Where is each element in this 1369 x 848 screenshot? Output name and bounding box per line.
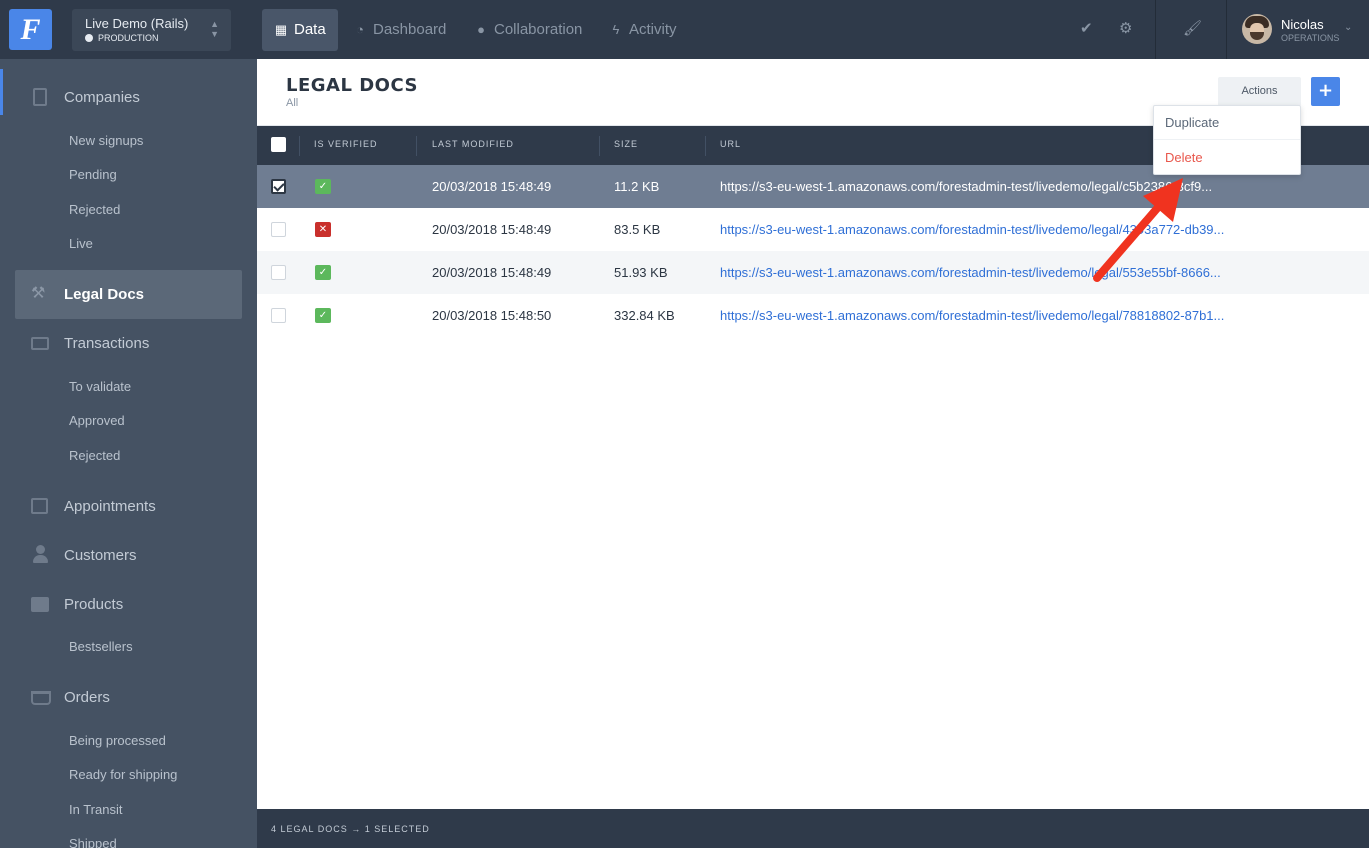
chevron-down-icon[interactable]: ⌄ — [1344, 22, 1352, 33]
calendar-icon — [31, 498, 48, 514]
bolt-icon: ϟ — [612, 22, 620, 37]
tab-activity[interactable]: ϟ Activity — [597, 9, 689, 51]
tab-data-label: Data — [294, 21, 326, 38]
select-all-checkbox[interactable] — [271, 137, 286, 152]
globe-icon — [85, 34, 93, 42]
gear-icon[interactable]: ⚙ — [1119, 18, 1132, 40]
segment-label[interactable]: All — [286, 97, 298, 109]
column-header-url[interactable]: URL — [720, 139, 741, 149]
sidebar-item-label: Appointments — [64, 498, 156, 515]
user-role: OPERATIONS — [1281, 33, 1340, 43]
verified-check-icon: ✓ — [315, 265, 331, 280]
tab-dashboard[interactable]: ◔ Dashboard — [341, 9, 458, 51]
sidebar-item-label: Transactions — [64, 335, 150, 352]
sidebar-subitem-bestsellers[interactable]: Bestsellers — [69, 639, 133, 654]
last-modified-cell: 20/03/2018 15:48:49 — [432, 222, 552, 237]
archive-icon — [31, 597, 49, 612]
sidebar-item-label: Products — [64, 596, 124, 613]
gavel-icon: ⚒ — [31, 285, 46, 302]
row-checkbox[interactable] — [271, 265, 286, 280]
sidebar-subitem-pending[interactable]: Pending — [69, 167, 117, 182]
tab-collaboration[interactable]: ● Collaboration — [462, 9, 594, 51]
sidebar-subitem-in-transit[interactable]: In Transit — [69, 802, 122, 817]
column-header-is-verified[interactable]: IS VERIFIED — [314, 139, 378, 149]
grid-icon: ▦ — [274, 22, 288, 37]
url-link[interactable]: https://s3-eu-west-1.amazonaws.com/fores… — [720, 308, 1224, 323]
row-checkbox[interactable] — [271, 222, 286, 237]
actions-dropdown: Duplicate Delete — [1153, 105, 1301, 175]
sidebar-item-transactions[interactable]: Transactions — [0, 319, 257, 368]
actions-button[interactable]: Actions — [1218, 77, 1301, 106]
sidebar-subitem-live[interactable]: Live — [69, 236, 93, 251]
sidebar-item-companies[interactable]: Companies — [0, 73, 257, 122]
sidebar-item-label: Legal Docs — [64, 286, 145, 303]
sidebar-item-label: Companies — [64, 89, 140, 106]
user-name[interactable]: Nicolas — [1281, 17, 1324, 32]
size-cell: 332.84 KB — [614, 308, 675, 323]
user-icon — [31, 545, 49, 563]
row-checkbox[interactable] — [271, 179, 286, 194]
sidebar-item-products[interactable]: Products — [0, 580, 257, 629]
brush-icon[interactable]: 🖌︎ — [1183, 18, 1202, 40]
gauge-icon: ◔ — [356, 22, 364, 37]
project-name: Live Demo (Rails) — [85, 16, 189, 31]
forest-logo[interactable]: F — [9, 9, 52, 50]
building-icon — [33, 88, 47, 106]
selection-summary: 4 LEGAL DOCS → 1 SELECTED — [271, 824, 430, 834]
sidebar-item-orders[interactable]: Orders — [0, 673, 257, 722]
size-cell: 83.5 KB — [614, 222, 661, 237]
column-header-size[interactable]: SIZE — [614, 139, 638, 149]
verified-check-icon: ✓ — [315, 308, 331, 323]
tab-collaboration-label: Collaboration — [494, 21, 583, 38]
size-cell: 11.2 KB — [614, 179, 660, 194]
check-icon[interactable]: ✔ — [1080, 18, 1093, 40]
last-modified-cell: 20/03/2018 15:48:50 — [432, 308, 552, 323]
page-title: LEGAL DOCS — [286, 75, 418, 96]
table-footer: 4 LEGAL DOCS → 1 SELECTED — [257, 809, 1369, 848]
tab-dashboard-label: Dashboard — [373, 21, 447, 38]
sidebar-subitem-approved[interactable]: Approved — [69, 413, 125, 428]
add-record-button[interactable]: + — [1311, 77, 1340, 106]
tab-data[interactable]: ▦ Data — [262, 9, 338, 51]
sidebar-item-customers[interactable]: Customers — [0, 531, 257, 580]
basket-icon — [31, 691, 51, 705]
sidebar-item-label: Customers — [64, 547, 137, 564]
sidebar-item-label: Orders — [64, 689, 110, 706]
table-row[interactable]: ✕ 20/03/2018 15:48:49 83.5 KB https://s3… — [257, 208, 1369, 251]
row-checkbox[interactable] — [271, 308, 286, 323]
sidebar-subitem-rejected[interactable]: Rejected — [69, 448, 120, 463]
sidebar-subitem-ready-for-shipping[interactable]: Ready for shipping — [69, 767, 177, 782]
chat-icon: ● — [477, 22, 485, 37]
environment-label: PRODUCTION — [85, 33, 159, 43]
duplicate-action[interactable]: Duplicate — [1154, 106, 1300, 140]
verified-check-icon: ✓ — [315, 179, 331, 194]
last-modified-cell: 20/03/2018 15:48:49 — [432, 179, 552, 194]
unverified-x-icon: ✕ — [315, 222, 331, 237]
top-bar: F Live Demo (Rails) PRODUCTION ▲ ▼ ▦ Data … — [0, 0, 1369, 59]
chevron-updown-icon: ▲ ▼ — [210, 19, 219, 39]
sidebar-item-appointments[interactable]: Appointments — [0, 482, 257, 531]
sidebar-subitem-being-processed[interactable]: Being processed — [69, 733, 166, 748]
last-modified-cell: 20/03/2018 15:48:49 — [432, 265, 552, 280]
environment-name: PRODUCTION — [98, 33, 159, 43]
sidebar-item-legal-docs[interactable]: ⚒ Legal Docs — [15, 270, 242, 319]
table-row[interactable]: ✓ 20/03/2018 15:48:49 51.93 KB https://s… — [257, 251, 1369, 294]
size-cell: 51.93 KB — [614, 265, 668, 280]
sidebar-subitem-to-validate[interactable]: To validate — [69, 379, 131, 394]
tab-activity-label: Activity — [629, 21, 677, 38]
project-switcher[interactable]: Live Demo (Rails) PRODUCTION ▲ ▼ — [72, 9, 231, 51]
annotation-arrow-icon — [1093, 178, 1183, 282]
divider — [1226, 0, 1227, 59]
sidebar-subitem-rejected[interactable]: Rejected — [69, 202, 120, 217]
sidebar: Companies New signups Pending Rejected L… — [0, 59, 257, 848]
sidebar-subitem-new-signups[interactable]: New signups — [69, 133, 143, 148]
money-icon — [31, 337, 49, 350]
divider — [1155, 0, 1156, 59]
table-row[interactable]: ✓ 20/03/2018 15:48:50 332.84 KB https://… — [257, 294, 1369, 337]
avatar[interactable] — [1242, 14, 1272, 44]
sidebar-subitem-shipped[interactable]: Shipped — [69, 836, 117, 848]
column-header-last-modified[interactable]: LAST MODIFIED — [432, 139, 514, 149]
